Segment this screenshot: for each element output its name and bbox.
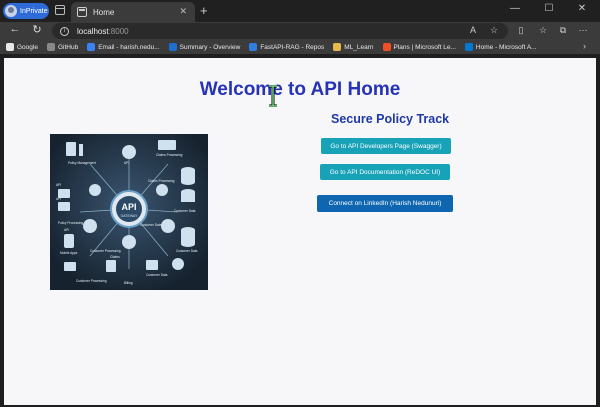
favorites-icon[interactable]: ☆ [536,25,550,36]
bookmark-label: ML_Learn [344,43,374,51]
illustration-label: API [64,228,69,232]
read-aloud-icon[interactable]: A [470,25,476,35]
illustration-label: Mobile Apps [60,251,78,255]
api-gateway-diagram: API GATEWAY Policy Management APIClaims … [50,134,208,290]
inprivate-avatar-icon [5,5,17,17]
home-tab-favicon [77,7,87,17]
bookmark-item[interactable]: Google [6,43,38,51]
bookmark-label: Email - harish.nedu... [98,43,160,51]
text-cursor-icon [269,85,277,107]
illustration-label: Policy Processing [58,221,83,225]
api-gateway-illustration: API GATEWAY Policy Management API Claims… [50,134,208,290]
bookmark-label: Summary - Overview [179,43,241,51]
favorite-star-icon[interactable]: ☆ [490,25,498,36]
bookmark-item[interactable]: FastAPI-RAG - Repos [249,43,324,51]
tab-actions-icon[interactable] [55,5,65,15]
bookmark-item[interactable]: GitHub [46,43,79,51]
page-content: Welcome to API Home Secure Policy Track … [4,58,596,405]
chevron-right-icon[interactable]: › [583,41,586,51]
browser-toolbar: ← ↻ i localhost:8000 A ☆ ▯ ☆ ⧉ ⋯ [0,22,600,40]
minimize-icon[interactable]: — [505,3,525,14]
page-title: Welcome to API Home [199,79,401,100]
bookmark-label: Google [17,43,38,51]
tab-home[interactable]: Home ✕ [71,2,195,22]
title-bar: InPrivate Home ✕ + — ☐ ✕ [0,0,600,22]
illustration-label: Claims Processing [148,179,175,183]
tab-title: Home [93,7,115,17]
illustration-label: API [124,161,129,165]
illustration-label: Customer Processing [76,279,107,283]
illustration-label: Customer Data [146,273,168,277]
bookmark-favicon-icon [87,43,96,51]
bookmark-item[interactable]: Home - Microsoft A... [464,43,537,51]
info-icon[interactable]: i [60,26,69,36]
illustration-label: API [56,197,61,201]
back-arrow-icon[interactable]: ← [8,23,22,35]
illustration-label: API [56,183,61,187]
bookmark-item[interactable]: Summary - Overview [168,43,241,51]
bookmark-favicon-icon [382,43,391,51]
illustration-label: Customer Processing [90,249,121,253]
illustration-label: Customer Data [140,223,162,227]
inprivate-label: InPrivate [20,7,48,15]
inprivate-badge[interactable]: InPrivate [3,3,49,19]
bookmark-label: Home - Microsoft A... [475,43,537,51]
split-screen-icon[interactable]: ▯ [514,25,528,36]
url-host: localhost [77,26,109,36]
illustration-label: Billing [124,281,133,285]
address-bar[interactable]: i localhost:8000 A ☆ [52,23,508,39]
bookmark-favicon-icon [46,43,55,51]
more-icon[interactable]: ⋯ [576,25,590,36]
illustration-label: Claims [110,255,120,259]
illustration-label: Customer Data [174,209,196,213]
bookmark-item[interactable]: Email - harish.nedu... [87,43,160,51]
gateway-title: API [121,202,136,212]
maximize-icon[interactable]: ☐ [539,3,559,14]
url-port: :8000 [108,26,129,36]
swagger-button[interactable]: Go to API Developers Page (Swagger) [321,138,451,154]
close-window-icon[interactable]: ✕ [572,3,592,14]
illustration-label: Customer Data [176,249,198,253]
bookmarks-bar: Google GitHub Email - harish.nedu... Summar… [0,40,600,54]
collections-icon[interactable]: ⧉ [556,25,570,36]
illustration-label: Policy Management [68,161,96,165]
bookmark-favicon-icon [464,43,473,51]
bookmark-favicon-icon [168,43,177,51]
gateway-subtitle: GATEWAY [121,214,139,218]
plus-icon[interactable]: + [200,3,208,18]
bookmark-label: FastAPI-RAG - Repos [260,43,325,51]
bookmark-favicon-icon [333,43,342,51]
bookmark-label: GitHub [57,43,79,51]
refresh-icon[interactable]: ↻ [30,23,44,36]
bookmark-label: Plans | Microsoft Le... [393,43,456,51]
bookmark-item[interactable]: ML_Learn [333,43,374,51]
close-icon[interactable]: ✕ [179,6,187,17]
redoc-button[interactable]: Go to API Documentation (ReDOC UI) [320,164,450,180]
linkedin-button[interactable]: Connect on LinkedIn (Harish Nedunuri) [317,195,453,212]
page-subtitle: Secure Policy Track [331,112,450,126]
bookmark-favicon-icon [6,43,14,51]
illustration-label: Claims Processing [156,153,183,157]
bookmark-favicon-icon [249,43,258,51]
bookmark-item[interactable]: Plans | Microsoft Le... [382,43,456,51]
